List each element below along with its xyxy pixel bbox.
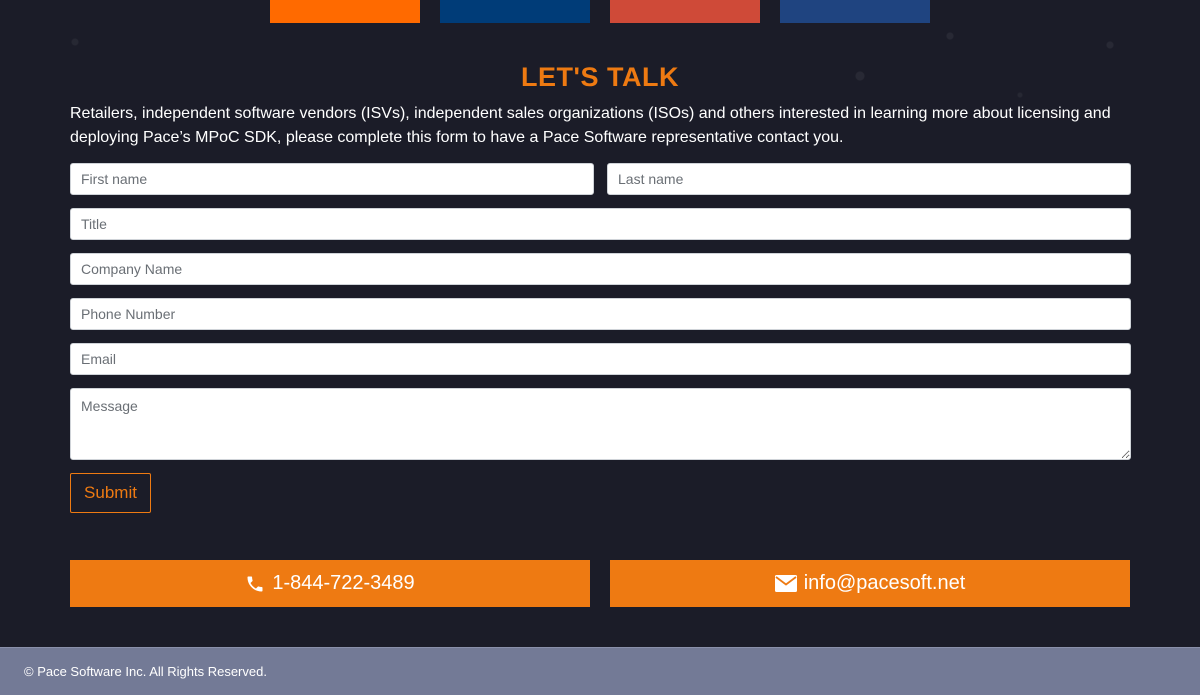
submit-button[interactable]: Submit (70, 473, 151, 513)
title-field[interactable] (70, 208, 1131, 240)
email-field[interactable] (70, 343, 1131, 375)
message-field[interactable] (70, 388, 1131, 460)
envelope-icon (774, 575, 797, 592)
last-name-field[interactable] (607, 163, 1131, 195)
section-heading: LET'S TALK (521, 62, 679, 92)
partner-tile-3[interactable] (610, 0, 760, 23)
phone-icon (245, 574, 265, 594)
phone-number-field[interactable] (70, 298, 1131, 330)
footer: © Pace Software Inc. All Rights Reserved… (0, 647, 1200, 695)
copyright-text: © Pace Software Inc. All Rights Reserved… (24, 664, 267, 679)
company-name-field[interactable] (70, 253, 1131, 285)
partner-tile-1[interactable] (270, 0, 420, 23)
email-contact-button[interactable]: info@pacesoft.net (610, 560, 1130, 607)
phone-number-label: 1-844-722-3489 (272, 572, 415, 594)
phone-contact-button[interactable]: 1-844-722-3489 (70, 560, 590, 607)
partner-tile-2[interactable] (440, 0, 590, 23)
partner-tile-4[interactable] (780, 0, 930, 23)
first-name-field[interactable] (70, 163, 594, 195)
email-address-label: info@pacesoft.net (803, 572, 966, 594)
section-intro: Retailers, independent software vendors … (70, 105, 1111, 146)
